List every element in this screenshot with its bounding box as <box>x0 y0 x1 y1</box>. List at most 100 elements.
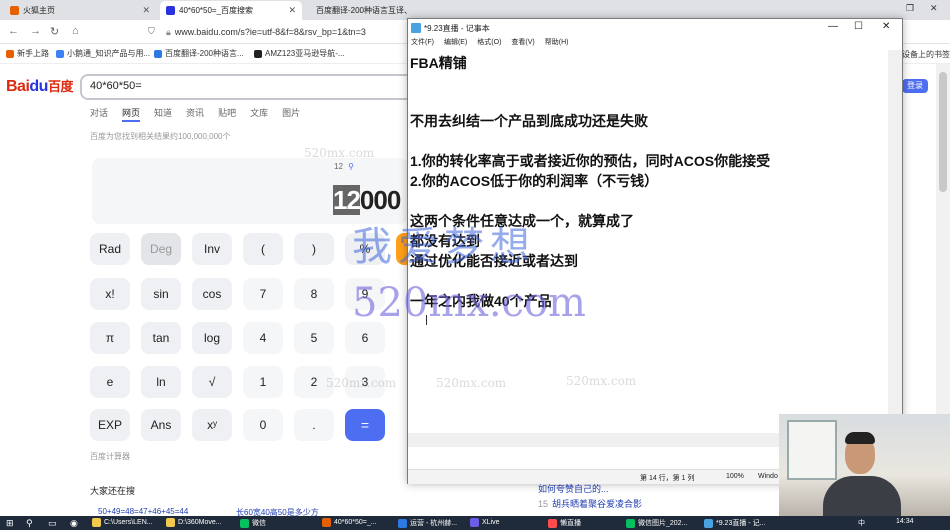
task-view-icon[interactable]: ▭ <box>48 518 57 529</box>
clock[interactable]: 14:34 <box>896 518 914 525</box>
key-e[interactable]: e <box>90 366 130 398</box>
maximize-icon[interactable]: ☐ <box>854 21 863 32</box>
key-pi[interactable]: π <box>90 322 130 354</box>
search-icon[interactable]: ⚲ <box>26 518 33 529</box>
device-bookmarks[interactable]: 设备上的书签 <box>902 49 950 60</box>
tab-chat[interactable]: 对话 <box>90 106 108 122</box>
taskbar-label: XLive <box>482 519 500 526</box>
menu-format[interactable]: 格式(O) <box>477 37 501 50</box>
taskbar-item[interactable]: 懒直播 <box>548 518 581 528</box>
scrollbar-thumb[interactable] <box>939 72 947 192</box>
forward-icon[interactable]: → <box>30 25 41 37</box>
notepad-title-bar[interactable]: *9.23直播 - 记事本 — ☐ ✕ <box>408 19 902 37</box>
key-cos[interactable]: cos <box>192 278 232 310</box>
menu-help[interactable]: 帮助(H) <box>545 37 569 50</box>
key-6[interactable]: 6 <box>345 322 385 354</box>
firefox-icon <box>10 6 19 15</box>
notepad-vertical-scrollbar[interactable] <box>888 50 902 433</box>
key-4[interactable]: 4 <box>243 322 283 354</box>
key-7[interactable]: 7 <box>243 278 283 310</box>
key-ans[interactable]: Ans <box>141 409 181 441</box>
taskbar-item[interactable]: 微信图片_202... <box>626 518 687 528</box>
close-icon[interactable]: ✕ <box>882 21 890 32</box>
key-tan[interactable]: tan <box>141 322 181 354</box>
search-input[interactable]: 40*60*50= <box>80 74 410 100</box>
tab-firefox-home[interactable]: 火狐主页 ✕ <box>4 1 156 20</box>
bookmark-item[interactable]: AMZ123亚马逊导航-... <box>254 48 345 59</box>
ime-indicator[interactable]: 中 <box>858 518 865 528</box>
menu-file[interactable]: 文件(F) <box>411 37 434 50</box>
shield-icon[interactable]: ⛉ <box>148 26 155 37</box>
baidu-logo[interactable]: Baidu百度 <box>6 76 73 96</box>
key-0[interactable]: 0 <box>243 409 283 441</box>
text-line: 1.你的转化率高于或者接近你的预估，同时ACOS你能接受 <box>410 153 771 169</box>
tab-zhidao[interactable]: 知道 <box>154 106 172 122</box>
screen: 火狐主页 ✕ 40*60*50=_百度搜索 ✕ 百度翻译-200种语言互译、沟.… <box>0 0 950 530</box>
cursor-position: 第 14 行，第 1 列 <box>640 475 695 482</box>
key-equals[interactable]: = <box>345 409 385 441</box>
tab-wenku[interactable]: 文库 <box>250 106 268 122</box>
also-search-title: 大家还在搜 <box>90 486 136 496</box>
taskbar-item[interactable]: 40*60*50=_... <box>322 518 377 527</box>
home-icon[interactable]: ⌂ <box>72 25 79 37</box>
restore-icon[interactable]: ❐ <box>906 3 914 14</box>
bookmark-item[interactable]: 新手上路 <box>6 48 49 59</box>
key-inv[interactable]: Inv <box>192 233 232 265</box>
taskbar: ⊞ ⚲ ▭ ◉ C:\Users\LEN... D:\360Move... 微信… <box>0 516 950 530</box>
page-scrollbar[interactable] <box>936 64 950 474</box>
notepad-menu-bar: 文件(F) 编辑(E) 格式(O) 查看(V) 帮助(H) <box>408 37 902 50</box>
taskbar-item[interactable]: XLive <box>470 518 500 527</box>
notepad-icon <box>704 518 713 528</box>
menu-view[interactable]: 查看(V) <box>511 37 534 50</box>
key-8[interactable]: 8 <box>294 278 334 310</box>
related-link[interactable]: 15 胡兵晒着聚谷爱凌合影 <box>538 497 642 510</box>
lock-icon: 🔒︎ <box>166 26 171 37</box>
folder-icon <box>166 518 175 527</box>
tab-baidu-translate[interactable]: 百度翻译-200种语言互译、沟... <box>306 1 410 20</box>
firefox-icon <box>6 49 14 58</box>
meeting-icon[interactable]: ◉ <box>70 518 78 529</box>
login-button[interactable]: 登录 <box>902 79 928 93</box>
bookmark-item[interactable]: 百度翻译-200种语言... <box>154 48 244 59</box>
close-icon[interactable]: ✕ <box>288 5 296 16</box>
also-search-link[interactable]: 50+49=48=47+46+45=44 <box>98 507 188 516</box>
key-sin[interactable]: sin <box>141 278 181 310</box>
tab-tieba[interactable]: 贴吧 <box>218 106 236 122</box>
windows-start-icon[interactable]: ⊞ <box>6 518 14 529</box>
key-deg[interactable]: Deg <box>141 233 181 265</box>
tab-news[interactable]: 资讯 <box>186 106 204 122</box>
notepad-title: *9.23直播 - 记事本 <box>424 23 490 33</box>
minimize-icon[interactable]: — <box>828 21 838 32</box>
taskbar-item[interactable]: 运营 - 杭州赫... <box>398 518 457 528</box>
key-factorial[interactable]: x! <box>90 278 130 310</box>
reload-icon[interactable]: ↻ <box>50 25 59 38</box>
tab-images[interactable]: 图片 <box>282 106 300 122</box>
key-sqrt[interactable]: √ <box>192 366 232 398</box>
key-exp[interactable]: EXP <box>90 409 130 441</box>
url-bar[interactable]: 🔒︎ www.baidu.com/s?ie=utf-8&f=8&rsv_bp=1… <box>160 23 410 41</box>
key-5[interactable]: 5 <box>294 322 334 354</box>
baidu-paw-icon <box>166 6 175 15</box>
zoom-level: 100% <box>726 473 744 480</box>
calculator-result: 12000 <box>333 185 401 216</box>
key-rad[interactable]: Rad <box>90 233 130 265</box>
key-power[interactable]: xʸ <box>192 409 232 441</box>
key-ln[interactable]: ln <box>141 366 181 398</box>
key-1[interactable]: 1 <box>243 366 283 398</box>
back-icon[interactable]: ← <box>8 25 19 37</box>
bookmark-item[interactable]: 小鹅通_知识产品与用... <box>56 48 150 59</box>
taskbar-item[interactable]: 微信 <box>240 518 266 528</box>
menu-edit[interactable]: 编辑(E) <box>444 37 467 50</box>
key-close-paren[interactable]: ) <box>294 233 334 265</box>
key-open-paren[interactable]: ( <box>243 233 283 265</box>
key-decimal[interactable]: . <box>294 409 334 441</box>
taskbar-item[interactable]: D:\360Move... <box>166 518 222 527</box>
tab-label: 火狐主页 <box>23 6 55 15</box>
taskbar-item[interactable]: C:\Users\LEN... <box>92 518 153 527</box>
close-icon[interactable]: ✕ <box>142 5 150 16</box>
key-log[interactable]: log <box>192 322 232 354</box>
taskbar-item[interactable]: *9.23直播 - 记... <box>704 518 765 528</box>
tab-baidu-search[interactable]: 40*60*50=_百度搜索 ✕ <box>160 1 302 20</box>
close-icon[interactable]: ✕ <box>930 3 938 14</box>
tab-web[interactable]: 网页 <box>122 106 141 122</box>
